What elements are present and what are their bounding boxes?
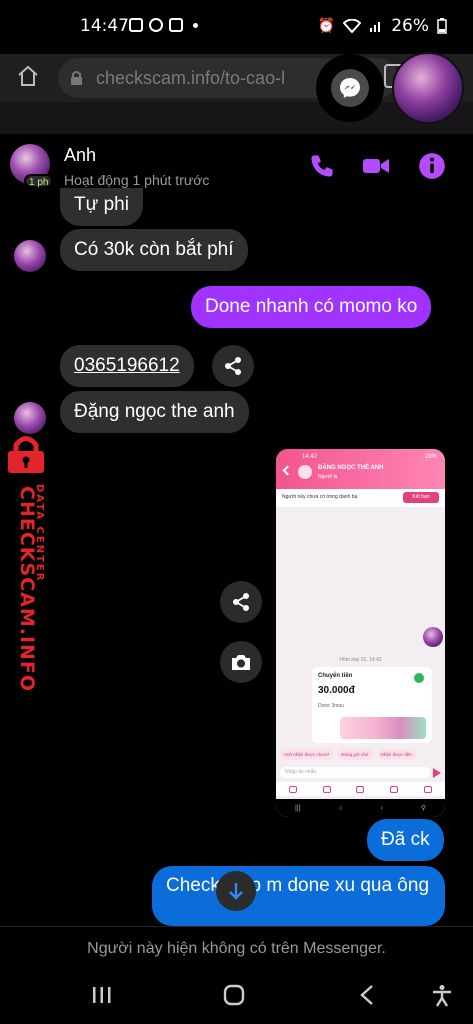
shot-time-divider: Hôm nay 01, 14:42 [339, 657, 382, 663]
shot-nav-bar: ||| ○ ‹ ⚲ [276, 799, 445, 817]
shot-status-battery: 28% [424, 454, 437, 460]
video-call-icon[interactable] [362, 152, 390, 180]
message-bubble[interactable]: Có 30k còn bắt phí [60, 229, 248, 271]
save-image-button[interactable] [220, 641, 262, 683]
info-icon[interactable] [418, 152, 446, 180]
recent-apps-icon: ||| [294, 804, 301, 812]
camera-icon [232, 655, 250, 670]
messenger-chathead[interactable] [316, 54, 384, 122]
share-button[interactable] [212, 345, 254, 387]
checkscam-watermark: CHECKSCAM.INFO DATA CENTER [2, 434, 50, 692]
phone-screen: 14:47 ⏰ 26% checkscam.info/to-cao-l 1 ph… [0, 0, 473, 1024]
wifi-icon [343, 19, 362, 33]
contact-status: Hoạt động 1 phút trước [64, 172, 210, 188]
shot-notice: Người này chưa có trong danh bạ Kết bạn [276, 489, 445, 507]
send-icon [433, 768, 441, 778]
message-bubble[interactable]: Đặng ngọc the anh [60, 391, 249, 433]
shot-add-friend: Kết bạn [403, 492, 439, 503]
shot-status-time: 14:42 [302, 454, 318, 460]
home-circle-icon: ○ [338, 804, 343, 812]
shot-avatar-small [423, 627, 443, 647]
share-icon [233, 593, 249, 611]
message-bubble[interactable]: Done nhanh có momo ko [191, 286, 432, 328]
shot-chip: Anh nhận được chưa? [280, 749, 334, 760]
accessibility-icon[interactable] [430, 984, 454, 1008]
shot-contact-name: ĐẶNG NGỌC THẾ ANH [318, 465, 384, 471]
message-bubble[interactable]: Check giúp m done xu qua ông [152, 866, 445, 926]
unavailable-notice: Người này hiện không có trên Messenger. [0, 926, 473, 968]
shot-transfer-illustration [340, 717, 426, 739]
app-notification-icon [169, 18, 183, 32]
shot-chip: Đúng giờ nhé [337, 749, 373, 760]
chat-panel: 1 ph Anh Hoạt động 1 phút trước Tự phi C… [0, 134, 473, 968]
notification-icons [129, 18, 198, 32]
status-time: 14:47 [80, 16, 129, 36]
signal-icon [370, 22, 381, 32]
contact-chathead[interactable] [392, 52, 464, 124]
image-icon [322, 785, 331, 793]
alarm-icon: ⏰ [317, 18, 336, 34]
attach-icon [356, 785, 365, 793]
wallet-icon [424, 785, 433, 793]
message-bubble[interactable]: Tự phi [60, 188, 143, 226]
back-arrow-icon [282, 465, 293, 476]
shot-chip: Nhận được tiền [376, 749, 416, 760]
url-text: checkscam.info/to-cao-l [96, 68, 286, 88]
shot-notice-text: Người này chưa có trong danh bạ [282, 494, 358, 500]
watermark-sub-text: DATA CENTER [34, 484, 45, 583]
active-badge: 1 ph [24, 174, 54, 188]
home-icon[interactable] [16, 64, 40, 88]
shot-transfer-note: Done 3mau [318, 703, 344, 709]
more-notifications-icon [193, 22, 198, 28]
share-button[interactable] [220, 581, 262, 623]
shot-header: 14:42 28% ĐẶNG NGỌC THẾ ANH Người lạ [276, 449, 445, 489]
android-nav-bar [0, 968, 473, 1024]
lock-icon [71, 71, 82, 85]
shot-input: Nhập tin nhắn [280, 767, 430, 778]
shot-quick-replies: Anh nhận được chưa? Đúng giờ nhé Nhận đư… [280, 749, 416, 760]
accessibility-icon: ⚲ [420, 805, 427, 812]
image-notification-icon [129, 18, 143, 32]
back-icon[interactable] [356, 984, 380, 1006]
dnd-icon [149, 18, 163, 32]
phone-icon[interactable] [308, 152, 336, 180]
recent-apps-icon[interactable] [90, 984, 114, 1006]
status-bar: 14:47 ⏰ 26% [0, 0, 473, 54]
shot-avatar [298, 465, 312, 479]
sender-avatar [14, 240, 46, 272]
shot-contact-sub: Người lạ [318, 474, 338, 480]
emoji-icon [288, 785, 297, 793]
back-icon: ‹ [380, 804, 383, 812]
check-icon [414, 673, 424, 683]
arrow-down-icon [229, 883, 243, 900]
phone-number-link[interactable]: 0365196612 [60, 345, 194, 387]
home-button-icon[interactable] [222, 984, 246, 1006]
shot-toolbar [276, 782, 445, 796]
battery-icon [437, 18, 447, 34]
shared-screenshot-image[interactable]: 14:42 28% ĐẶNG NGỌC THẾ ANH Người lạ Ngư… [276, 449, 445, 817]
shot-transfer-title: Chuyển tiền [318, 673, 353, 679]
battery-percent: 26% [391, 16, 429, 36]
contact-name[interactable]: Anh [64, 145, 96, 166]
shot-transfer-amount: 30.000đ [318, 685, 355, 696]
sender-avatar [14, 402, 46, 434]
status-right: ⏰ 26% [318, 16, 447, 36]
lock-logo-icon [8, 436, 44, 473]
shot-transfer-card: Chuyển tiền 30.000đ Done 3mau [312, 667, 432, 743]
scroll-to-bottom-button[interactable] [216, 871, 256, 911]
messenger-icon [340, 78, 360, 98]
message-bubble[interactable]: Đã ck [367, 819, 444, 861]
share-icon [225, 357, 241, 375]
gif-icon [390, 785, 399, 793]
